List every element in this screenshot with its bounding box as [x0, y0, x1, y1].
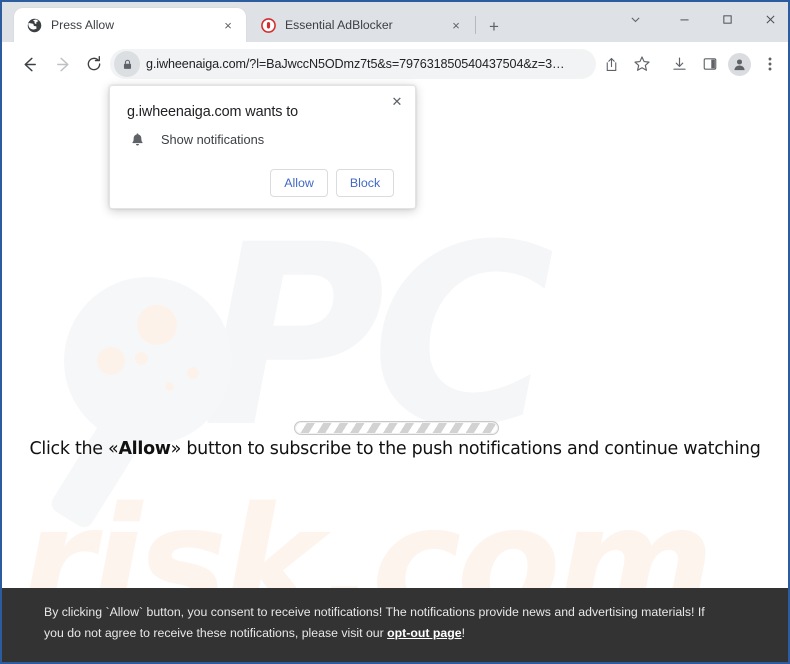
consent-text-after: ! — [461, 626, 466, 640]
allow-button[interactable]: Allow — [270, 169, 328, 197]
star-icon[interactable] — [628, 50, 656, 78]
browser-window: Press Allow × Essential AdBlocker × + g.… — [0, 0, 790, 664]
watermark-dot — [135, 352, 148, 365]
consent-banner: By clicking `Allow` button, you consent … — [2, 588, 788, 662]
tab-search-chevron-down-icon[interactable] — [615, 4, 655, 34]
page-instruction-text: Click the «Allow» button to subscribe to… — [2, 439, 788, 459]
side-panel-icon[interactable] — [696, 50, 724, 78]
dialog-permission-row: Show notifications — [127, 129, 264, 149]
consent-banner-text: By clicking `Allow` button, you consent … — [44, 602, 716, 644]
share-icon[interactable] — [597, 50, 625, 78]
watermark-dot — [165, 382, 174, 391]
dialog-permission-label: Show notifications — [161, 131, 265, 147]
three-dot-menu-icon[interactable] — [756, 50, 784, 78]
close-window-button[interactable] — [750, 4, 788, 34]
forward-button — [49, 50, 77, 78]
tab-close-icon[interactable]: × — [220, 17, 236, 33]
instruction-suffix: » button to subscribe to the push notifi… — [170, 439, 761, 459]
watermark-dot — [97, 347, 125, 375]
address-bar[interactable]: g.iwheenaiga.com/?l=BaJwccN5ODmz7t5&s=79… — [110, 49, 596, 79]
adblocker-shield-icon — [260, 17, 276, 33]
consent-text-before: By clicking `Allow` button, you consent … — [44, 605, 705, 640]
tab-essential-adblocker[interactable]: Essential AdBlocker × — [248, 8, 474, 42]
watermark-dot — [137, 305, 177, 345]
bell-icon — [127, 129, 147, 149]
watermark-lens-handle — [47, 404, 151, 531]
browser-toolbar: g.iwheenaiga.com/?l=BaJwccN5ODmz7t5&s=79… — [2, 42, 788, 87]
instruction-bold-allow: Allow — [118, 439, 171, 459]
profile-avatar[interactable] — [725, 50, 753, 78]
watermark-dot — [187, 367, 199, 379]
watermark-lens — [64, 277, 232, 445]
minimize-window-button[interactable] — [664, 4, 704, 34]
tab-title: Essential AdBlocker — [285, 18, 393, 32]
globe-icon — [26, 17, 42, 33]
instruction-prefix: Click the « — [29, 439, 119, 459]
url-text: g.iwheenaiga.com/?l=BaJwccN5ODmz7t5&s=79… — [146, 57, 565, 71]
reload-button[interactable] — [80, 50, 108, 78]
block-button[interactable]: Block — [336, 169, 394, 197]
tab-press-allow[interactable]: Press Allow × — [14, 8, 246, 42]
tab-strip: Press Allow × Essential AdBlocker × + — [2, 2, 788, 42]
maximize-window-button[interactable] — [707, 4, 747, 34]
dialog-close-icon[interactable]: ✕ — [386, 91, 408, 113]
lock-icon[interactable] — [114, 51, 140, 77]
back-button[interactable] — [15, 50, 43, 78]
notification-permission-dialog: g.iwheenaiga.com wants to ✕ Show notific… — [109, 85, 416, 209]
loading-progress-bar — [294, 421, 499, 435]
dialog-title: g.iwheenaiga.com wants to — [127, 104, 299, 120]
download-icon[interactable] — [665, 50, 693, 78]
avatar — [727, 52, 751, 76]
opt-out-page-link[interactable]: opt-out page — [387, 626, 461, 640]
tab-close-icon[interactable]: × — [448, 17, 464, 33]
tab-title: Press Allow — [51, 18, 114, 32]
new-tab-button[interactable]: + — [482, 14, 506, 38]
tab-divider — [475, 16, 476, 34]
